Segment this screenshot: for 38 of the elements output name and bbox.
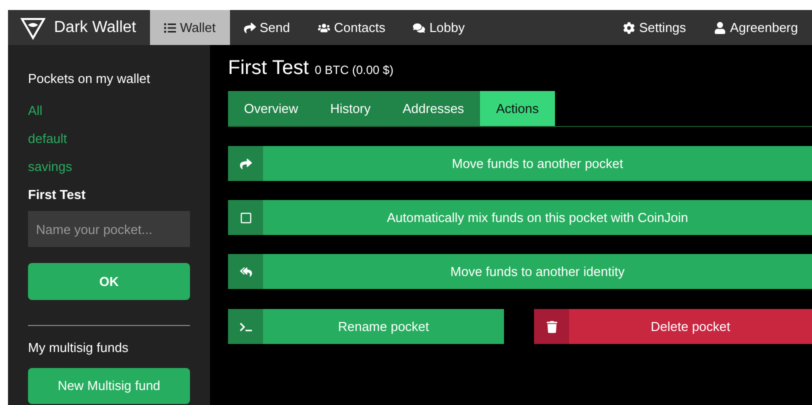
action-button[interactable]: Move funds to another pocket: [263, 146, 812, 181]
pocket-item[interactable]: First Test: [28, 181, 86, 209]
nav-link[interactable]: Settings: [609, 10, 700, 45]
share-icon: [240, 158, 252, 170]
nav-tab[interactable]: Lobby: [399, 10, 479, 45]
tab[interactable]: History: [314, 91, 387, 126]
settings-icon: [623, 22, 636, 34]
pocket-item[interactable]: default: [28, 125, 68, 153]
pocket-item[interactable]: All: [28, 97, 42, 125]
list-icon: [164, 22, 176, 34]
nav-tab[interactable]: Contacts: [304, 10, 400, 45]
action-button[interactable]: Rename pocket: [263, 309, 504, 344]
ok-button[interactable]: OK: [28, 263, 190, 300]
action-button[interactable]: Automatically mix funds on this pocket with CoinJoin: [263, 200, 812, 235]
reply-all-icon: [240, 266, 252, 278]
multisig-title: My multisig funds: [28, 339, 130, 357]
tab[interactable]: Actions: [480, 91, 555, 126]
checkbox[interactable]: [240, 212, 252, 224]
trash-icon: [546, 320, 558, 332]
pocket-item[interactable]: savings: [28, 153, 72, 181]
pocket-name-field[interactable]: Name your pocket...: [28, 211, 190, 247]
pocket-balance: 0 BTC (0.00 $): [314, 62, 394, 79]
sidebar-title: Pockets on my wallet: [28, 70, 152, 88]
tab[interactable]: Addresses: [386, 91, 480, 126]
nav-link[interactable]: Agreenberg: [700, 10, 812, 45]
chat-icon: [413, 22, 426, 34]
share-icon: [244, 22, 256, 34]
user-icon: [714, 22, 726, 34]
pocket-title: First Test: [228, 56, 309, 81]
action-button[interactable]: Move funds to another identity: [263, 254, 812, 289]
brand-name: Dark Wallet: [54, 18, 136, 38]
new-multisig-button[interactable]: New Multisig fund: [28, 368, 190, 404]
action-button[interactable]: Delete pocket: [569, 309, 812, 344]
tab[interactable]: Overview: [228, 91, 314, 126]
terminal-icon: [240, 320, 252, 332]
users-icon: [318, 22, 330, 34]
nav-tab[interactable]: Send: [230, 10, 304, 45]
nav-tab[interactable]: Wallet: [150, 10, 230, 45]
